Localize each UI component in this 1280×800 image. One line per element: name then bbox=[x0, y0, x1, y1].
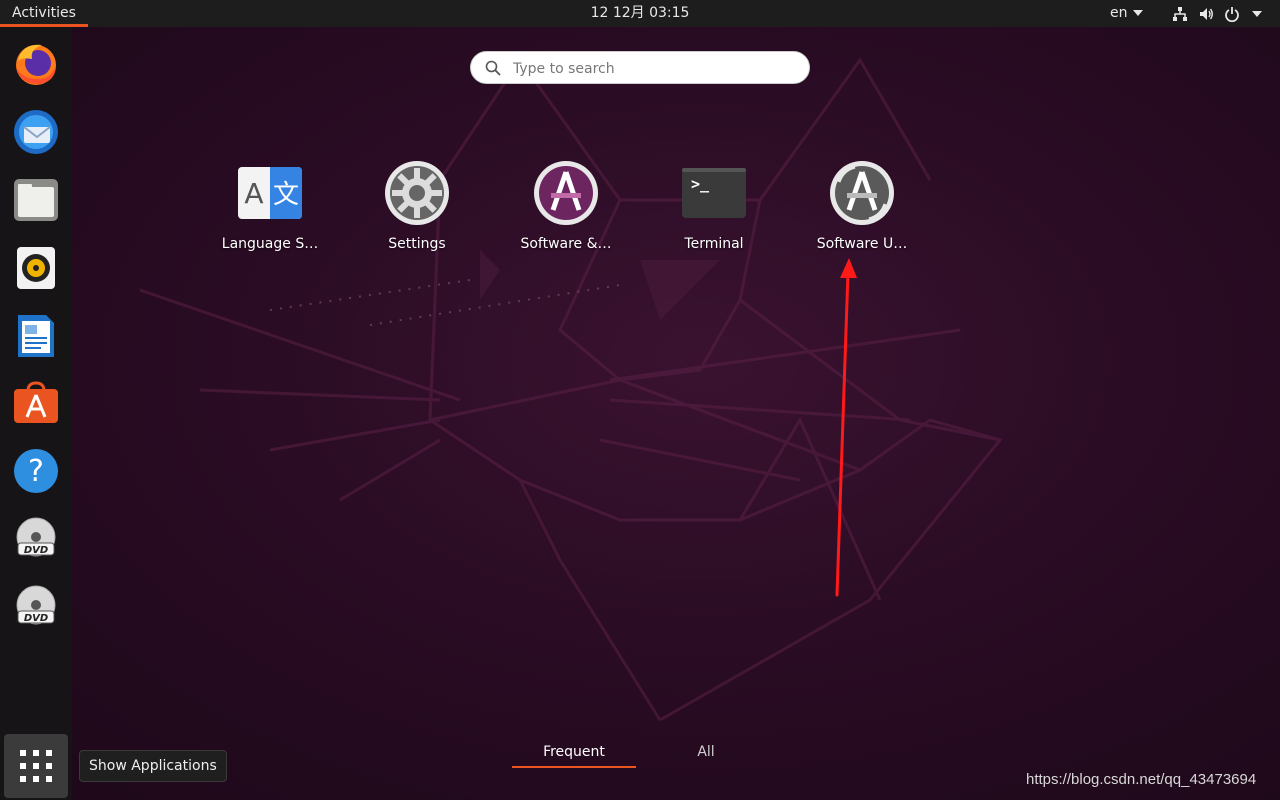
dock-item-libreoffice-writer[interactable] bbox=[10, 310, 62, 362]
app-language-support[interactable]: A 文 Language S… bbox=[205, 150, 335, 270]
search-icon bbox=[485, 60, 501, 76]
dvd-icon: DVD bbox=[16, 517, 56, 557]
language-label: en bbox=[1110, 5, 1128, 21]
software-updater-icon bbox=[830, 161, 894, 225]
app-software-and-updates[interactable]: Software &… bbox=[501, 150, 631, 270]
dock-item-dvd-2[interactable]: DVD bbox=[10, 581, 62, 633]
dock-item-thunderbird[interactable] bbox=[10, 106, 62, 158]
app-grid-icon bbox=[20, 750, 52, 782]
app-label: Software U… bbox=[816, 236, 908, 252]
activities-button[interactable]: Activities bbox=[0, 0, 88, 27]
svg-text:A: A bbox=[244, 177, 263, 210]
search-box[interactable] bbox=[470, 51, 810, 85]
watermark: https://blog.csdn.net/qq_43473694 bbox=[1026, 771, 1257, 788]
firefox-icon bbox=[16, 44, 56, 85]
network-icon bbox=[1173, 7, 1187, 21]
thunderbird-icon bbox=[14, 110, 58, 154]
wallpaper bbox=[139, 57, 1003, 722]
top-bar: Activities 12 12月 03:15 en bbox=[0, 0, 1280, 27]
app-label: Terminal bbox=[684, 236, 744, 252]
search-input[interactable] bbox=[511, 52, 795, 85]
files-icon bbox=[14, 179, 58, 221]
power-icon bbox=[1225, 7, 1239, 22]
show-applications-tooltip: Show Applications bbox=[79, 750, 227, 782]
tab-all[interactable]: All bbox=[668, 740, 744, 766]
dock-item-help[interactable]: ? bbox=[10, 445, 62, 497]
svg-text:文: 文 bbox=[273, 180, 299, 210]
writer-icon bbox=[18, 315, 54, 357]
system-tray[interactable] bbox=[1172, 4, 1262, 24]
rhythmbox-icon bbox=[17, 247, 55, 289]
help-icon: ? bbox=[14, 449, 58, 493]
clock: 12 12月 03:15 bbox=[0, 0, 1280, 27]
app-label: Settings bbox=[388, 236, 446, 252]
dock-item-ubuntu-software[interactable] bbox=[10, 377, 62, 429]
svg-text:DVD: DVD bbox=[24, 545, 48, 556]
app-label: Software &… bbox=[520, 236, 612, 252]
app-label: Language S… bbox=[221, 236, 319, 252]
svg-text:?: ? bbox=[28, 454, 44, 489]
terminal-icon: >_ bbox=[682, 168, 746, 218]
show-applications-button[interactable] bbox=[4, 734, 68, 798]
dock-item-files[interactable] bbox=[10, 174, 62, 226]
settings-icon bbox=[385, 161, 449, 225]
svg-text:>_: >_ bbox=[691, 175, 710, 193]
dock-item-rhythmbox[interactable] bbox=[10, 242, 62, 294]
app-terminal[interactable]: >_ Terminal bbox=[649, 150, 779, 270]
dock-item-dvd[interactable]: DVD bbox=[10, 513, 62, 565]
tab-frequent[interactable]: Frequent bbox=[512, 740, 636, 768]
ubuntu-software-icon bbox=[14, 381, 58, 423]
volume-icon bbox=[1200, 8, 1213, 20]
chevron-down-icon bbox=[1252, 11, 1262, 17]
clock-label[interactable]: 12 12月 03:15 bbox=[591, 5, 690, 21]
language-support-icon: A 文 bbox=[238, 167, 302, 219]
svg-text:DVD: DVD bbox=[24, 613, 48, 624]
dock-item-firefox[interactable] bbox=[10, 37, 62, 89]
dock: ? DVD DVD bbox=[0, 27, 72, 800]
language-indicator[interactable]: en bbox=[1110, 0, 1143, 27]
chevron-down-icon bbox=[1132, 10, 1143, 16]
app-settings[interactable]: Settings bbox=[352, 150, 482, 270]
dvd-icon: DVD bbox=[16, 585, 56, 625]
app-software-updater[interactable]: Software U… bbox=[797, 150, 927, 270]
software-sources-icon bbox=[534, 161, 598, 225]
